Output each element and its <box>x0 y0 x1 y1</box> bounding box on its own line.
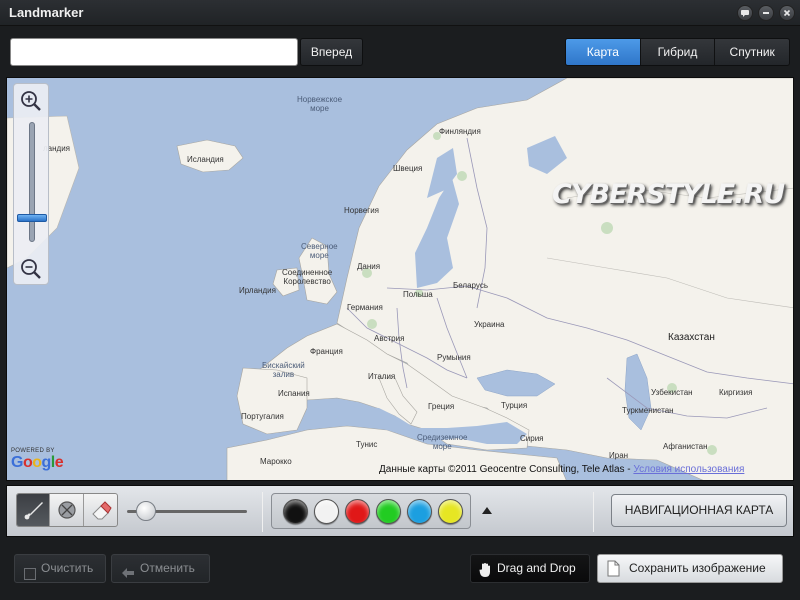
google-logo: POWERED BY Google <box>11 448 64 472</box>
color-palette <box>271 493 471 529</box>
map-view[interactable]: Норвежское море ландия Исландия Финлянди… <box>6 77 794 481</box>
map-label: Исландия <box>187 155 224 164</box>
checkbox-icon <box>24 563 36 590</box>
map-label: Греция <box>428 402 455 411</box>
eraser-icon[interactable] <box>84 494 117 526</box>
map-label: Средиземное море <box>417 433 468 451</box>
toolbar-divider <box>593 492 594 532</box>
tool-group <box>16 493 118 527</box>
map-label: Румыния <box>437 353 471 362</box>
save-label: Сохранить изображение <box>629 561 766 575</box>
color-swatch-white[interactable] <box>314 499 339 524</box>
zoom-in-icon[interactable] <box>18 88 44 114</box>
map-label: Сирия <box>520 434 544 443</box>
nav-map-button[interactable]: НАВИГАЦИОННАЯ КАРТА <box>611 494 787 527</box>
tab-map[interactable]: Карта <box>566 39 641 65</box>
map-label: Украина <box>474 320 505 329</box>
map-label: Тунис <box>356 440 378 449</box>
zoom-slider-track[interactable] <box>29 122 35 242</box>
hand-icon <box>479 561 491 588</box>
drag-and-drop-button[interactable]: Drag and Drop <box>470 554 590 583</box>
map-label: Соединенное Королевство <box>282 268 333 286</box>
zoom-control <box>13 83 49 285</box>
map-label: Франция <box>310 347 343 356</box>
map-label: Туркменистан <box>622 406 674 415</box>
dnd-label: Drag and Drop <box>497 561 576 575</box>
tab-satellite[interactable]: Спутник <box>715 39 789 65</box>
map-label: Северное море <box>301 242 338 260</box>
map-label: Дания <box>357 262 381 271</box>
map-label: Италия <box>368 372 396 381</box>
attribution-text: Данные карты ©2011 Geocentre Consulting,… <box>379 464 634 475</box>
undo-label: Отменить <box>140 561 195 575</box>
shape-icon[interactable] <box>50 494 84 526</box>
map-label: Ирландия <box>239 286 276 295</box>
map-label: Швеция <box>393 164 423 173</box>
app-title: Landmarker <box>9 5 84 20</box>
zoom-slider-handle[interactable] <box>17 214 47 222</box>
expand-palette-icon[interactable] <box>482 507 492 514</box>
brush-size-handle[interactable] <box>136 501 156 521</box>
map-label: Иран <box>609 451 629 460</box>
map-attribution: Данные карты ©2011 Geocentre Consulting,… <box>379 464 744 475</box>
map-label: Беларусь <box>453 281 488 290</box>
color-swatch-black[interactable] <box>283 499 308 524</box>
map-label: Бискайский залив <box>262 361 305 379</box>
toolbar-divider <box>262 492 263 532</box>
map-label: Германия <box>347 303 383 312</box>
drawing-toolbar: НАВИГАЦИОННАЯ КАРТА <box>6 485 794 537</box>
tab-hybrid[interactable]: Гибрид <box>641 39 716 65</box>
undo-button[interactable]: Отменить <box>111 554 210 583</box>
clear-label: Очистить <box>41 561 94 575</box>
map-label: Польша <box>403 290 433 299</box>
document-icon <box>607 560 620 587</box>
color-swatch-green[interactable] <box>376 499 401 524</box>
map-type-switcher: Карта Гибрид Спутник <box>565 38 790 66</box>
undo-arrow-icon <box>121 562 135 589</box>
map-label: Норвежское море <box>297 95 343 113</box>
chat-icon[interactable] <box>737 5 753 21</box>
map-label: Марокко <box>260 457 292 466</box>
map-label: Узбекистан <box>651 388 693 397</box>
map-label: Норвегия <box>344 206 380 215</box>
map-label: Казахстан <box>668 332 715 343</box>
google-wordmark: Google <box>11 454 64 471</box>
minimize-icon[interactable] <box>758 5 774 21</box>
save-image-button[interactable]: Сохранить изображение <box>597 554 783 583</box>
terms-link[interactable]: Условия использования <box>633 464 744 475</box>
color-swatch-blue[interactable] <box>407 499 432 524</box>
map-label: Испания <box>278 389 310 398</box>
color-swatch-yellow[interactable] <box>438 499 463 524</box>
title-bar: Landmarker <box>0 0 800 26</box>
close-icon[interactable] <box>779 5 795 21</box>
map-label: Афганистан <box>663 442 708 451</box>
map-label: Австрия <box>374 334 405 343</box>
watermark: CYBERSTYLE.RU <box>552 179 785 210</box>
brush-icon[interactable] <box>17 494 51 526</box>
clear-button[interactable]: Очистить <box>14 554 106 583</box>
go-button[interactable]: Вперед <box>300 38 363 66</box>
search-input[interactable] <box>10 38 298 66</box>
map-base <box>7 78 793 480</box>
map-label: Турция <box>501 401 528 410</box>
zoom-out-icon[interactable] <box>18 256 44 282</box>
map-label: Киргизия <box>719 388 753 397</box>
map-label: Португалия <box>241 412 284 421</box>
map-label: Финляндия <box>439 127 481 136</box>
color-swatch-red[interactable] <box>345 499 370 524</box>
